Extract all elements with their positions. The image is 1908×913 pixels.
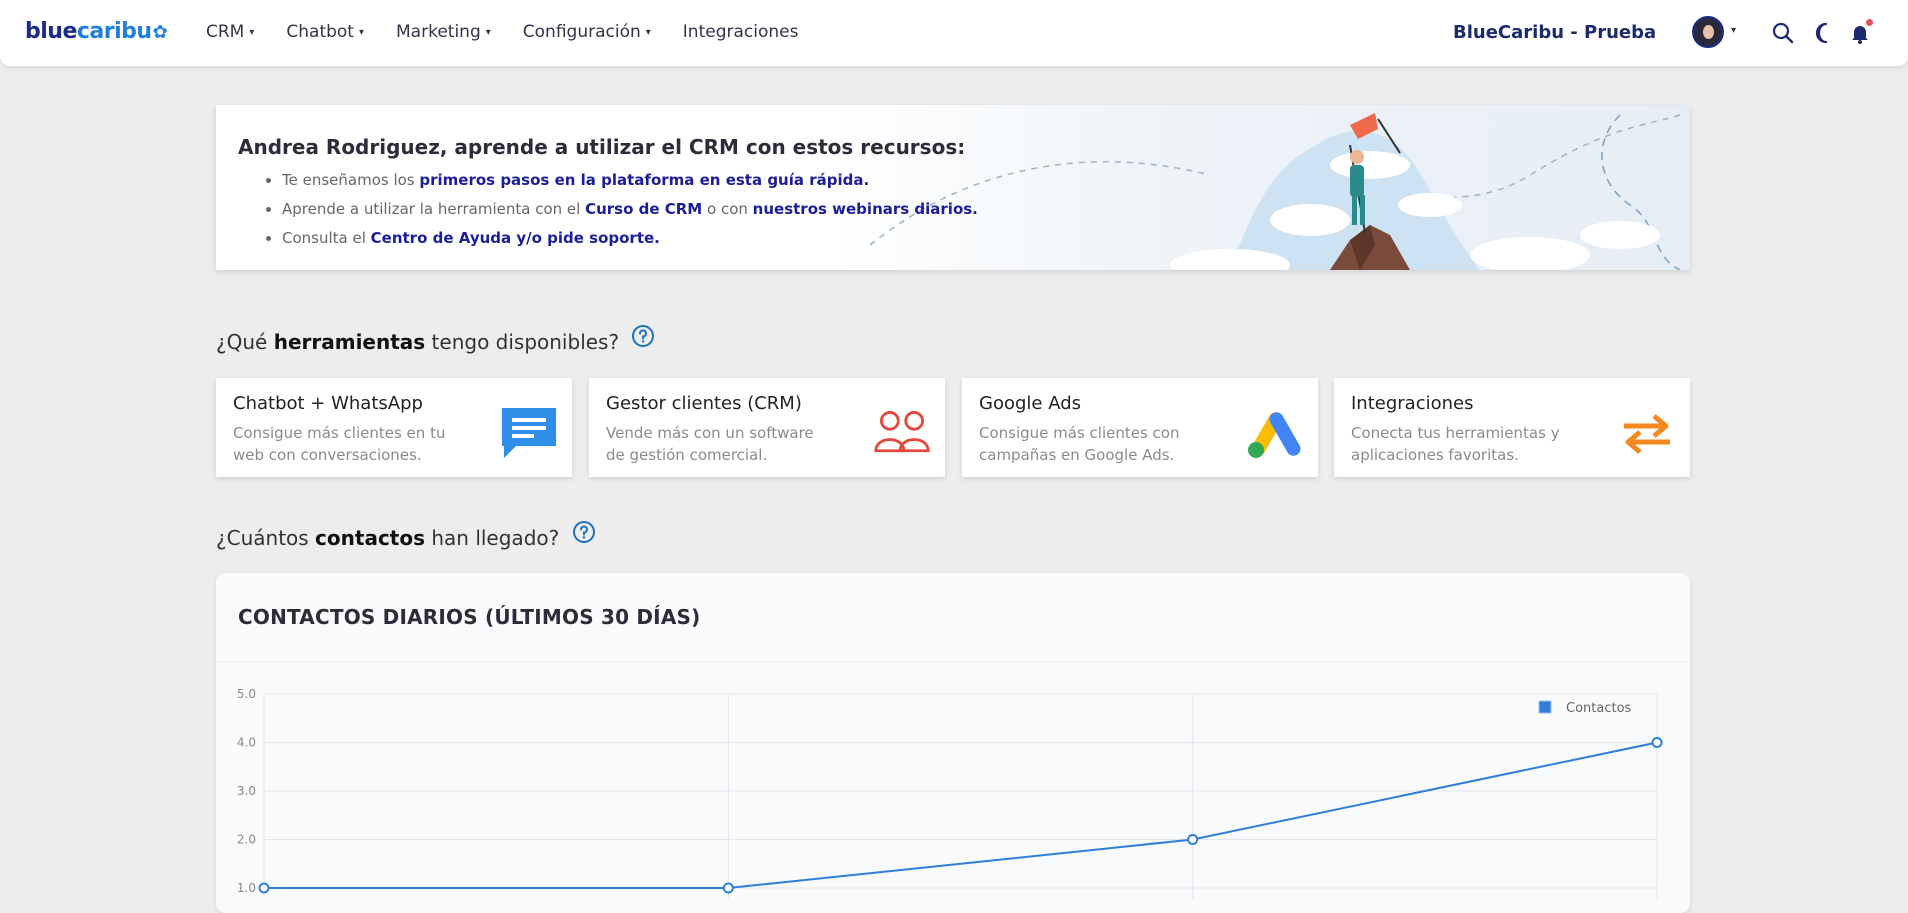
resource-item: Te enseñamos los primeros pasos en la pl… <box>282 171 978 189</box>
logo-text-part1: blue <box>25 19 77 44</box>
help-center-link[interactable]: Centro de Ayuda y/o pide soporte. <box>371 229 660 247</box>
resource-text: Aprende a utilizar la herramienta con el <box>282 200 586 218</box>
nav-label: Chatbot <box>286 22 354 42</box>
heading-text: tengo disponibles? <box>425 330 620 354</box>
card-title: Google Ads <box>979 393 1081 414</box>
resource-text: Te enseñamos los <box>282 171 420 189</box>
legend-swatch <box>1538 700 1552 714</box>
quick-guide-link[interactable]: primeros pasos en la plataforma en esta … <box>419 171 869 189</box>
card-title: Integraciones <box>1351 393 1474 414</box>
y-tick-label: 2.0 <box>237 833 256 847</box>
nav-label: Configuración <box>522 22 641 42</box>
resource-text: o con <box>702 200 753 218</box>
nav-item-integraciones[interactable]: Integraciones <box>683 22 799 42</box>
avatar-face <box>1703 25 1714 39</box>
banner-title: Andrea Rodriguez, aprende a utilizar el … <box>238 135 966 159</box>
moon-icon[interactable] <box>1811 21 1835 45</box>
y-tick-label: 5.0 <box>237 687 256 701</box>
nav-item-crm[interactable]: CRM ▾ <box>206 22 254 42</box>
contacts-line-chart: 1.0 2.0 3.0 4.0 5.0 Contactos <box>237 687 1663 899</box>
resource-text: Consulta el <box>282 229 371 247</box>
card-title: Chatbot + WhatsApp <box>233 393 423 414</box>
resource-item: Aprende a utilizar la herramienta con el… <box>282 200 978 218</box>
user-avatar[interactable] <box>1692 16 1724 48</box>
main-nav: CRM ▾ Chatbot ▾ Marketing ▾ Configuració… <box>206 22 830 42</box>
top-navbar: bluecaribu✿ CRM ▾ Chatbot ▾ Marketing ▾ … <box>0 0 1908 66</box>
card-description: Consigue más clientes en tu web con conv… <box>233 424 446 464</box>
nav-label: CRM <box>206 22 245 42</box>
chevron-down-icon: ▾ <box>249 26 255 38</box>
data-point <box>1651 737 1663 748</box>
y-tick-label: 4.0 <box>237 736 256 750</box>
contacts-section-heading: ¿Cuántos contactos han llegado? <box>216 521 596 550</box>
notification-badge <box>1866 19 1873 26</box>
chevron-down-icon[interactable]: ▾ <box>1731 25 1736 36</box>
data-point <box>722 882 734 894</box>
nav-label: Integraciones <box>682 22 799 42</box>
nav-item-chatbot[interactable]: Chatbot ▾ <box>286 22 364 42</box>
tool-card-chatbot[interactable]: Chatbot + WhatsApp Consigue más clientes… <box>216 378 572 477</box>
nav-label: Marketing <box>396 22 481 42</box>
squirrel-logo-icon: ✿ <box>152 22 168 43</box>
nav-item-configuracion[interactable]: Configuración ▾ <box>523 22 651 42</box>
tool-card-google-ads[interactable]: Google Ads Consigue más clientes con cam… <box>962 378 1318 477</box>
card-description: Vende más con un software de gestión com… <box>606 424 814 464</box>
heading-bold-text: contactos <box>315 526 425 550</box>
legend-label: Contactos <box>1566 701 1632 716</box>
question-help-icon[interactable] <box>631 324 655 348</box>
bluecaribu-logo[interactable]: bluecaribu✿ <box>25 19 168 44</box>
y-tick-label: 1.0 <box>237 881 256 895</box>
swap-arrows-icon <box>1624 414 1670 454</box>
tool-card-integraciones[interactable]: Integraciones Conecta tus herramientas y… <box>1334 378 1690 477</box>
resource-list: Te enseñamos los primeros pasos en la pl… <box>238 171 978 258</box>
account-name[interactable]: BlueCaribu - Prueba <box>1453 22 1656 43</box>
onboarding-banner: Andrea Rodriguez, aprende a utilizar el … <box>216 105 1690 270</box>
chat-icon <box>502 408 556 458</box>
crm-course-link[interactable]: Curso de CRM <box>585 200 702 218</box>
nav-item-marketing[interactable]: Marketing ▾ <box>396 22 491 42</box>
heading-text: han llegado? <box>425 526 560 550</box>
chevron-down-icon: ▾ <box>645 26 651 38</box>
tool-card-crm[interactable]: Gestor clientes (CRM) Vende más con un s… <box>589 378 945 477</box>
card-description: Consigue más clientes con campañas en Go… <box>979 424 1180 464</box>
people-icon <box>874 411 930 453</box>
webinars-link[interactable]: nuestros webinars diarios. <box>753 200 978 218</box>
resource-item: Consulta el Centro de Ayuda y/o pide sop… <box>282 229 978 247</box>
chevron-down-icon: ▾ <box>358 26 365 38</box>
daily-contacts-panel: CONTACTOS DIARIOS (ÚLTIMOS 30 DÍAS) 1.0 2… <box>216 573 1690 913</box>
data-point <box>1187 834 1199 845</box>
heading-text: ¿Qué <box>216 330 274 354</box>
tools-section-heading: ¿Qué herramientas tengo disponibles? <box>216 325 655 354</box>
search-icon[interactable] <box>1771 21 1795 45</box>
heading-bold-text: herramientas <box>273 330 426 354</box>
question-help-icon[interactable] <box>572 520 596 544</box>
chevron-down-icon: ▾ <box>485 26 491 38</box>
data-point <box>258 882 270 894</box>
google-ads-icon <box>1248 412 1301 458</box>
card-title: Gestor clientes (CRM) <box>606 393 802 414</box>
heading-text: ¿Cuántos <box>216 526 316 550</box>
card-description: Conecta tus herramientas y aplicaciones … <box>1351 424 1560 464</box>
y-tick-label: 3.0 <box>237 784 256 798</box>
series-line-contactos <box>264 741 1658 889</box>
logo-text-part2: caribu <box>76 19 152 44</box>
